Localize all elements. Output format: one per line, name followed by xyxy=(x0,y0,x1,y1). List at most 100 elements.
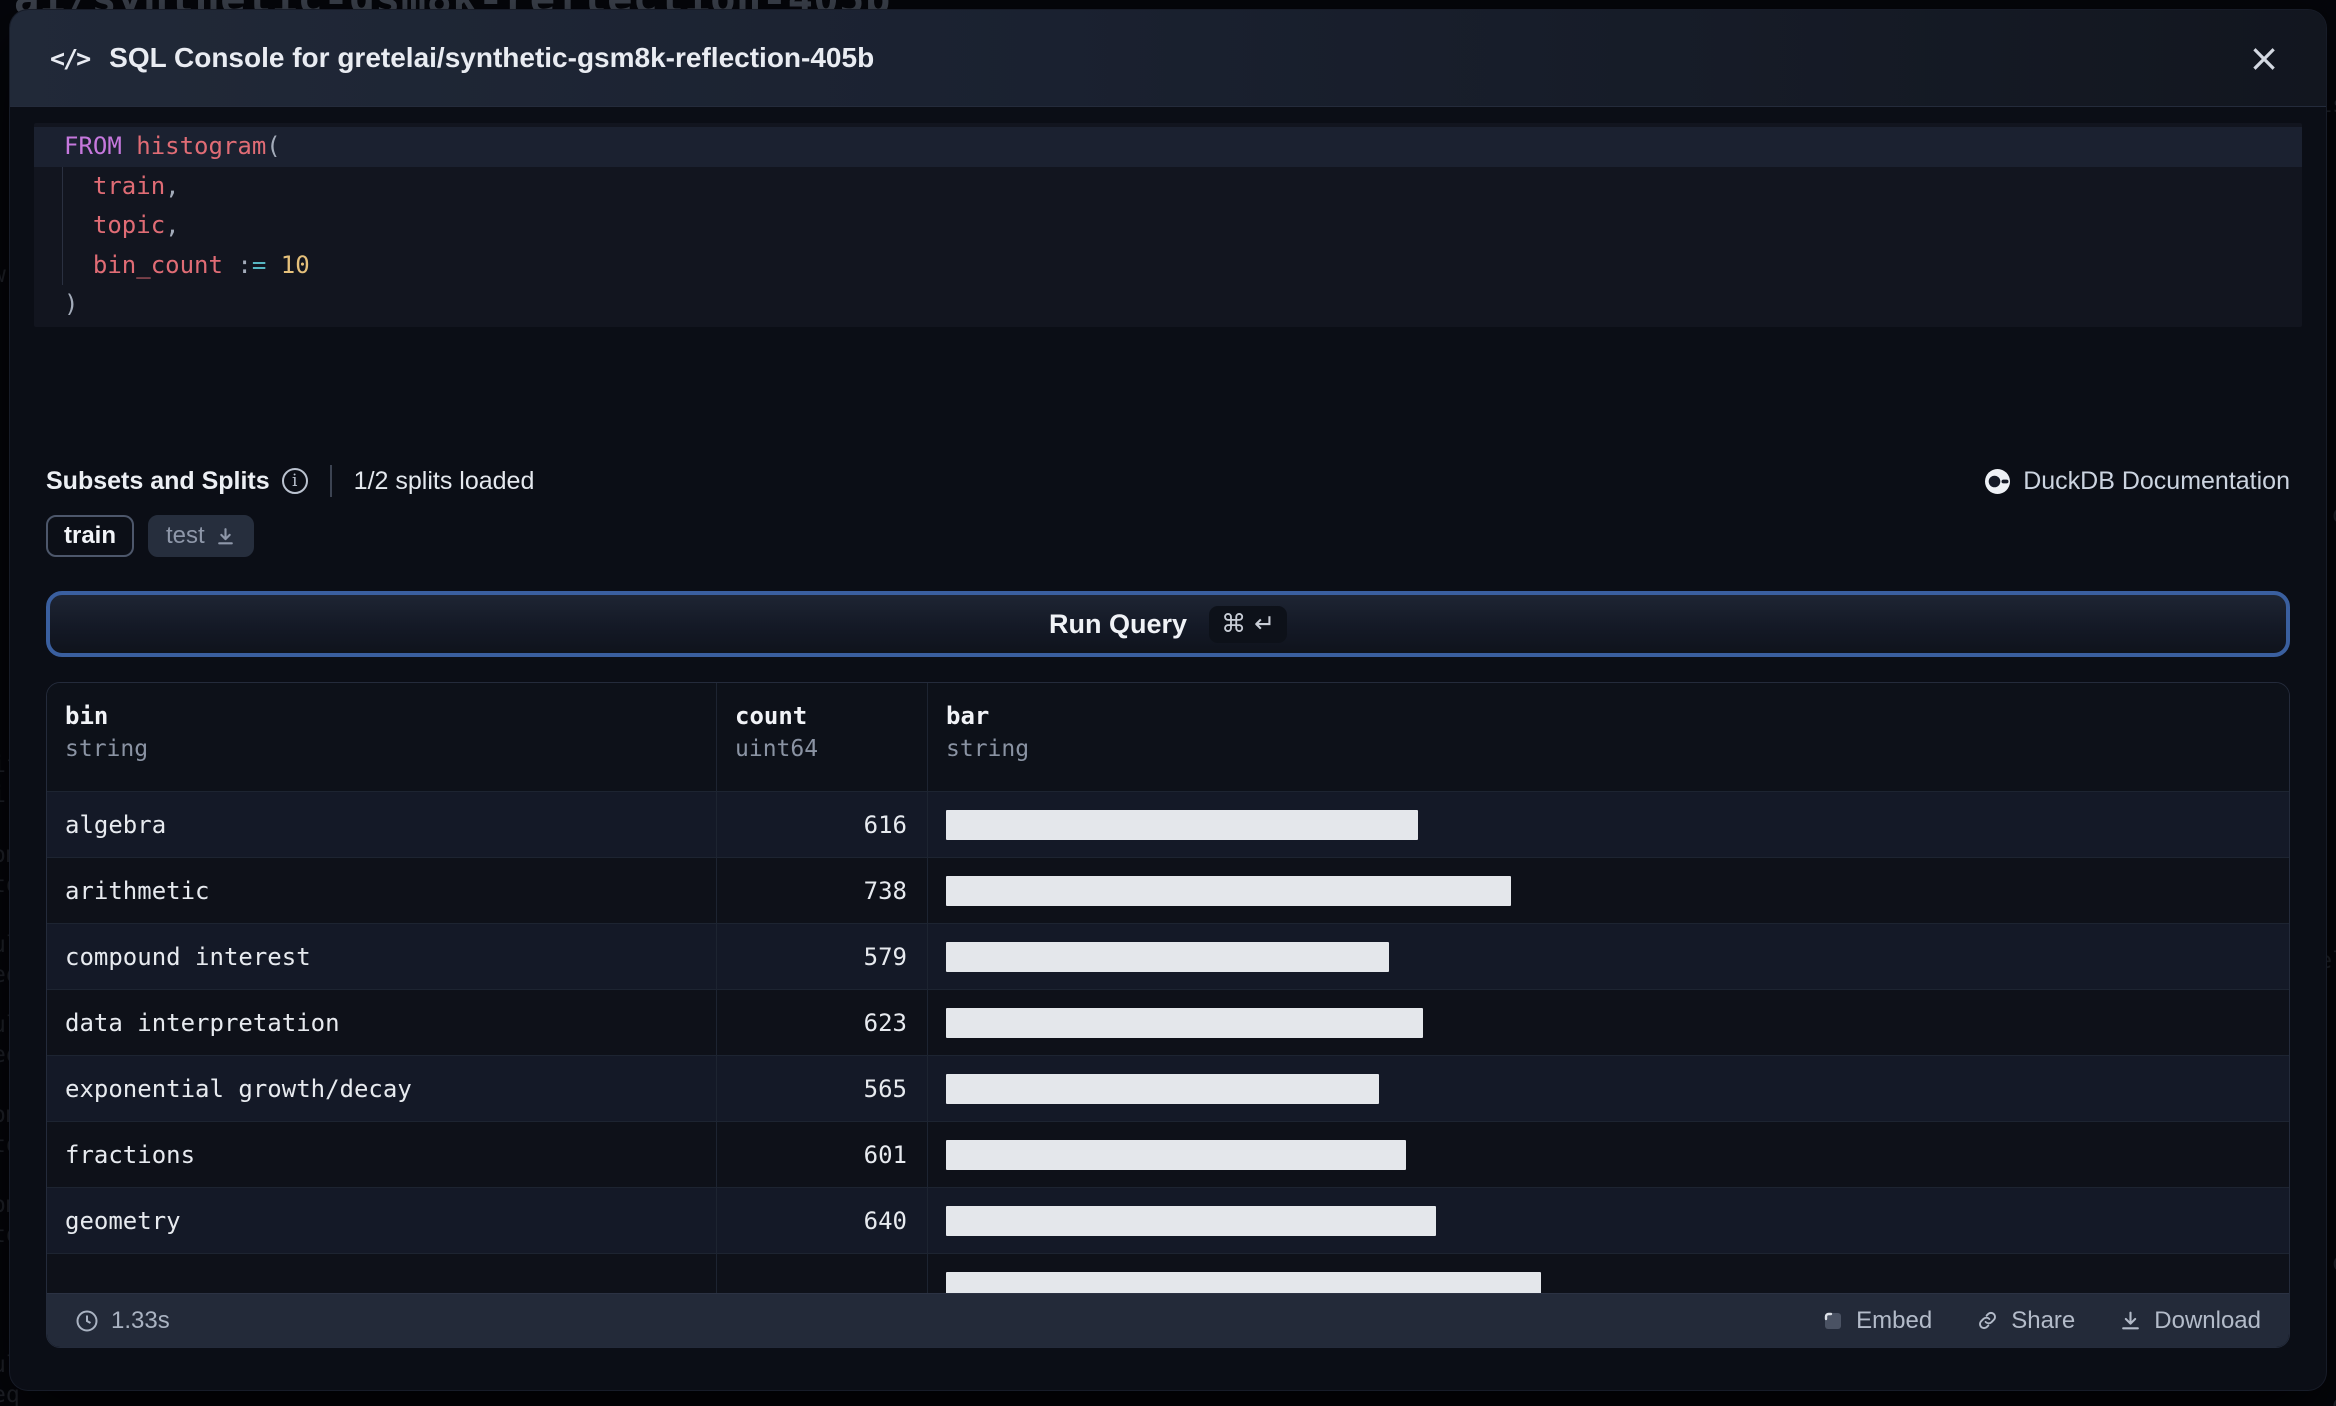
bar-cell xyxy=(928,990,2289,1055)
keyboard-shortcut-badge: ⌘ ↵ xyxy=(1209,605,1287,643)
column-type: string xyxy=(65,736,149,762)
code-token: bin_count xyxy=(92,250,223,279)
count-cell: 565 xyxy=(717,1056,928,1121)
code-token: , xyxy=(165,211,180,239)
modal-title: SQL Console for gretelai/synthetic-gsm8k… xyxy=(109,42,875,73)
table-row[interactable]: data interpretation 623 xyxy=(47,990,2289,1056)
count-cell: 623 xyxy=(717,990,928,1055)
bar-value xyxy=(946,1205,1437,1236)
count-cell: 640 xyxy=(717,1188,928,1253)
download-button[interactable]: Download xyxy=(2119,1307,2261,1335)
share-icon xyxy=(1976,1309,1999,1332)
divider xyxy=(329,465,332,497)
code-token: FROM xyxy=(64,132,122,160)
code-token: 10 xyxy=(280,250,310,279)
bar-cell xyxy=(928,792,2289,857)
code-line-1: FROM histogram( xyxy=(34,127,2302,167)
embed-label: Embed xyxy=(1856,1306,1933,1334)
column-header-bin: bin string xyxy=(47,683,717,791)
table-header-row: bin string count uint64 bar string xyxy=(47,683,2289,792)
background-text-fragment: d xyxy=(2332,1392,2336,1406)
run-query-button[interactable]: Run Query ⌘ ↵ xyxy=(46,591,2290,657)
share-button[interactable]: Share xyxy=(1976,1307,2075,1335)
table-row[interactable]: algebra 616 xyxy=(47,792,2289,858)
column-name: bar xyxy=(946,702,990,730)
duckdb-documentation-link[interactable]: DuckDB Documentation xyxy=(1984,467,2290,496)
code-token: : xyxy=(237,250,252,279)
count-cell: 616 xyxy=(717,792,928,857)
clock-icon xyxy=(76,1310,98,1331)
indent-guide xyxy=(62,167,63,285)
table-row[interactable]: fractions 601 xyxy=(47,1122,2289,1188)
bar-cell xyxy=(928,1188,2289,1253)
duckdb-icon xyxy=(1985,468,2011,494)
table-row[interactable]: exponential growth/decay 565 xyxy=(47,1056,2289,1122)
bar-cell xyxy=(928,1056,2289,1121)
info-icon[interactable]: i xyxy=(281,468,308,494)
column-name: bin xyxy=(65,702,109,730)
column-name: count xyxy=(735,702,808,730)
bar-value xyxy=(946,1073,1379,1104)
bin-cell: data interpretation xyxy=(47,990,717,1055)
share-label: Share xyxy=(2011,1306,2076,1334)
code-line-4: bin_count := 10 xyxy=(34,246,2302,286)
code-token: = xyxy=(251,250,267,279)
bin-cell: arithmetic xyxy=(47,858,717,923)
bar-cell xyxy=(928,1122,2289,1187)
split-label: test xyxy=(166,522,205,549)
download-icon xyxy=(2119,1309,2142,1332)
footer-actions: Embed Share Download xyxy=(1822,1307,2261,1335)
code-line-5: ) xyxy=(34,285,2302,325)
code-token: train xyxy=(92,171,166,200)
sql-editor[interactable]: FROM histogram( train, topic, bin_count … xyxy=(34,123,2302,327)
download-icon xyxy=(217,527,233,544)
code-token: ( xyxy=(266,132,281,160)
embed-icon xyxy=(1822,1310,1844,1332)
split-label: train xyxy=(64,522,117,549)
code-icon: </> xyxy=(50,43,91,73)
count-cell: 601 xyxy=(717,1122,928,1187)
count-cell: 738 xyxy=(717,858,928,923)
results-footer: 1.33s Embed Share Download xyxy=(47,1293,2289,1347)
code-token: histogram xyxy=(136,132,267,160)
bin-cell: fractions xyxy=(47,1122,717,1187)
embed-button[interactable]: Embed xyxy=(1822,1307,1932,1335)
splits-loaded-status: 1/2 splits loaded xyxy=(353,466,535,495)
bar-value xyxy=(946,941,1390,972)
table-row[interactable]: geometry 640 xyxy=(47,1188,2289,1254)
bin-cell: compound interest xyxy=(47,924,717,989)
subsets-row: Subsets and Splits i 1/2 splits loaded D… xyxy=(10,465,2326,497)
query-elapsed-time: 1.33s xyxy=(75,1307,170,1335)
bin-cell: geometry xyxy=(47,1188,717,1253)
table-row[interactable]: compound interest 579 xyxy=(47,924,2289,990)
column-header-count: count uint64 xyxy=(717,683,928,791)
bar-cell xyxy=(928,858,2289,923)
results-table: bin string count uint64 bar string algebra 616… xyxy=(46,682,2290,1348)
download-label: Download xyxy=(2154,1306,2261,1334)
bin-cell: exponential growth/decay xyxy=(47,1056,717,1121)
bar-value xyxy=(946,809,1418,840)
background-text-fragment: d xyxy=(2332,502,2336,528)
background-text-fragment: w xyxy=(0,262,6,288)
bar-value xyxy=(946,1007,1424,1038)
sql-console-modal: </> SQL Console for gretelai/synthetic-g… xyxy=(10,10,2326,1390)
duckdb-documentation-label: DuckDB Documentation xyxy=(2023,466,2290,495)
code-line-2: train, xyxy=(34,167,2302,207)
bar-value xyxy=(946,1139,1407,1170)
bar-cell xyxy=(928,924,2289,989)
code-token: , xyxy=(165,171,180,200)
subsets-label: Subsets and Splits xyxy=(46,466,270,495)
table-row[interactable]: arithmetic 738 xyxy=(47,858,2289,924)
modal-header: </> SQL Console for gretelai/synthetic-g… xyxy=(10,10,2326,107)
close-icon[interactable]: × xyxy=(2242,36,2286,80)
split-button-train[interactable]: train xyxy=(46,515,135,557)
column-header-bar: bar string xyxy=(928,683,2289,791)
background-text-fragment: q xyxy=(2332,1250,2336,1276)
run-query-label: Run Query xyxy=(1049,608,1188,639)
split-button-test[interactable]: test xyxy=(148,515,254,557)
